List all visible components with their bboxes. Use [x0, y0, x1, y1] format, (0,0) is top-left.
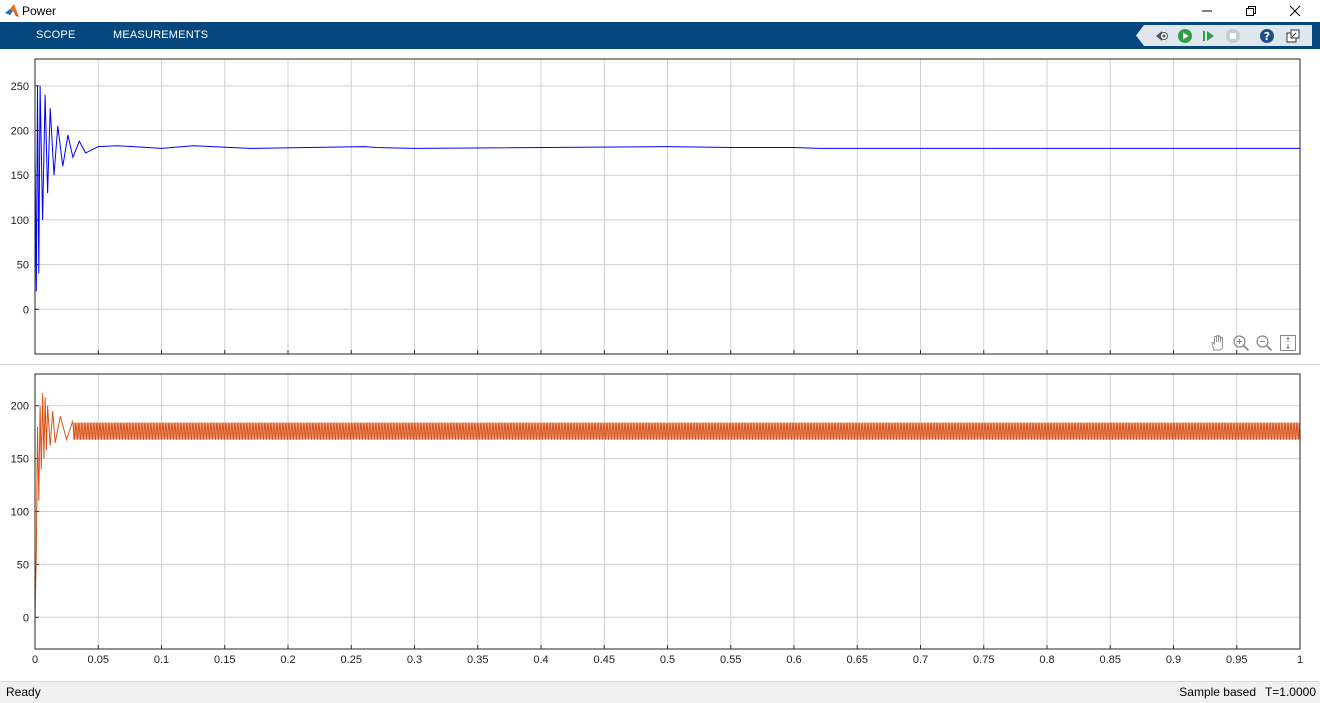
fit-axes-icon — [1280, 335, 1296, 351]
x-tick-label: 0.5 — [660, 654, 675, 666]
y-tick-label: 50 — [17, 260, 29, 272]
scope-plots: 0501001502002500 0.05 0.1 0.15 0.2 0.25 0.3 0.3… — [11, 58, 1303, 666]
x-tick-label: 0.35 — [467, 654, 488, 666]
y-tick-label: 200 — [11, 126, 29, 138]
run-button[interactable] — [1176, 27, 1193, 44]
y-tick-label: 0 — [23, 304, 29, 316]
run-icon — [1177, 28, 1192, 43]
series-2-band-fill — [72, 422, 1301, 440]
y-tick-label: 250 — [11, 81, 29, 93]
simulation-time-text: T=1.0000 — [1264, 685, 1316, 699]
plot-divider — [0, 364, 1320, 365]
zoom-out-icon — [1256, 335, 1273, 352]
x-tick-label: 0.15 — [214, 654, 235, 666]
status-text: Ready — [6, 685, 41, 699]
step-forward-button[interactable] — [1200, 27, 1217, 44]
x-tick-label: 0.4 — [533, 654, 548, 666]
pan-button[interactable] — [1207, 332, 1229, 354]
stop-button[interactable] — [1224, 27, 1241, 44]
x-tick-label: 0.3 — [407, 654, 422, 666]
x-tick-label: 0.95 — [1226, 654, 1247, 666]
close-button[interactable] — [1272, 0, 1318, 22]
zoom-in-button[interactable] — [1230, 332, 1252, 354]
y-tick-label: 100 — [11, 215, 29, 227]
x-tick-label: 0.25 — [341, 654, 362, 666]
status-bar: Ready Sample based T=1.0000 — [0, 681, 1320, 703]
simulation-toolstrip: ? — [1136, 25, 1312, 46]
ribbon: SCOPE MEASUREMENTS ? — [0, 22, 1320, 49]
x-tick-label: 0.55 — [720, 654, 741, 666]
fit-axes-button[interactable] — [1277, 332, 1299, 354]
restore-icon — [1246, 6, 1256, 16]
help-icon: ? — [1259, 28, 1274, 43]
y-tick-label: 50 — [17, 559, 29, 571]
minimize-button[interactable] — [1184, 0, 1230, 22]
minimize-icon — [1202, 10, 1212, 12]
x-tick-label: 0.75 — [973, 654, 994, 666]
help-button[interactable]: ? — [1258, 27, 1275, 44]
x-tick-label: 0.65 — [847, 654, 868, 666]
step-forward-icon — [1202, 30, 1214, 41]
x-tick-label: 0.9 — [1166, 654, 1181, 666]
restore-button[interactable] — [1228, 0, 1274, 22]
x-tick-label: 1 — [1297, 654, 1303, 666]
x-tick-label: 0.6 — [786, 654, 801, 666]
matlab-logo-icon — [5, 4, 19, 17]
x-tick-label: 0.8 — [1039, 654, 1054, 666]
undock-icon — [1286, 29, 1299, 42]
x-tick-label: 0.05 — [88, 654, 109, 666]
y-tick-label: 150 — [11, 170, 29, 182]
signal-selector-icon — [1155, 30, 1168, 41]
stop-icon — [1225, 28, 1240, 43]
pan-icon — [1211, 335, 1223, 351]
x-tick-label: 0.2 — [280, 654, 295, 666]
x-tick-label: 0.7 — [913, 654, 928, 666]
zoom-out-button[interactable] — [1253, 332, 1275, 354]
x-tick-label: 0 — [32, 654, 38, 666]
undock-button[interactable] — [1284, 27, 1301, 44]
scope-plot-area: 0 50 100 150 200 250 0 0.05 0.1 0.15 0.2 0.25 0.3 0.3… — [0, 49, 1320, 681]
x-tick-label: 0.1 — [154, 654, 169, 666]
tab-measurements[interactable]: MEASUREMENTS — [113, 22, 208, 49]
y-tick-label: 100 — [11, 507, 29, 519]
close-icon — [1289, 5, 1301, 17]
window-title: Power — [22, 4, 57, 18]
x-tick-label: 0.45 — [594, 654, 615, 666]
axes-toolbar — [1207, 332, 1303, 354]
title-bar: Power — [0, 0, 1320, 22]
zoom-in-icon — [1233, 335, 1250, 352]
svg-text:?: ? — [1263, 30, 1269, 43]
sample-mode-text: Sample based — [1179, 685, 1256, 699]
y-tick-label: 0 — [23, 612, 29, 624]
y-tick-label: 150 — [11, 454, 29, 466]
signal-selector-button[interactable] — [1152, 27, 1169, 44]
x-tick-label: 0.85 — [1100, 654, 1121, 666]
y-tick-label: 200 — [11, 401, 29, 413]
tab-scope[interactable]: SCOPE — [36, 22, 76, 49]
